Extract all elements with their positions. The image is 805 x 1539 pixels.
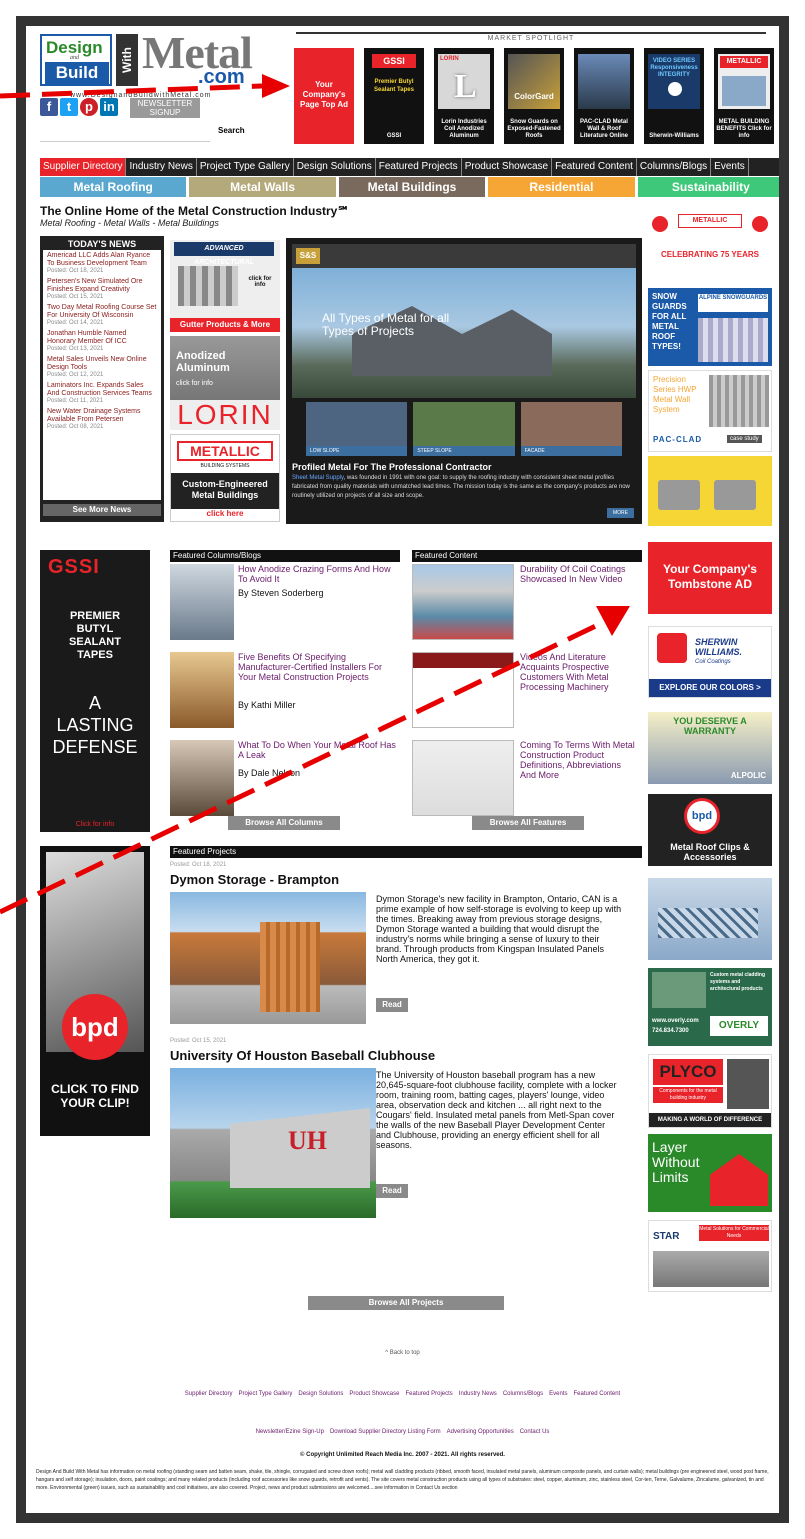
annotation-arrowhead-top (262, 74, 290, 98)
annotation-arrowhead-diagonal (596, 606, 630, 636)
annotation-arrow-top-line (0, 83, 263, 99)
annotation-arrow-diagonal-line (0, 619, 606, 915)
annotation-overlay (0, 74, 630, 915)
